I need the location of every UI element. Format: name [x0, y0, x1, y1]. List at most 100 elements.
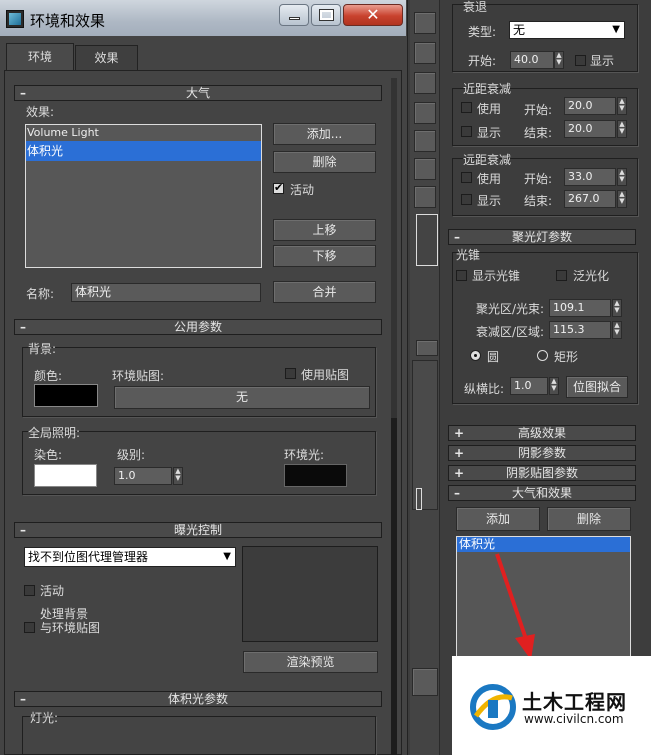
scrollbar-thumb[interactable] [391, 418, 397, 755]
overshoot-checkbox[interactable] [556, 270, 567, 281]
expand-icon: + [454, 446, 465, 460]
strip-button-bottom[interactable] [412, 668, 438, 696]
rectangle-radio[interactable] [537, 350, 548, 361]
effects-list[interactable]: Volume Light 体积光 [25, 124, 262, 268]
atmosphere-title: 大气 [185, 86, 210, 100]
decay-type-label: 类型: [468, 25, 497, 39]
far-show-checkbox[interactable] [461, 194, 472, 205]
tab-environment[interactable]: 环境 [6, 43, 74, 71]
env-map-button[interactable]: 无 [114, 386, 370, 409]
background-color-swatch[interactable] [34, 384, 98, 407]
radio-dot [474, 354, 477, 357]
collapse-icon: – [20, 523, 26, 537]
bitmap-fit-button[interactable]: 位图拟合 [566, 376, 628, 398]
volume-light-header[interactable]: – 体积光参数 [14, 691, 382, 707]
near-start-arrows[interactable]: ▲ ▼ [617, 97, 627, 115]
render-preview-button[interactable]: 渲染预览 [243, 651, 378, 673]
strip-button-8[interactable] [416, 340, 438, 356]
shadow-params-header[interactable]: + 阴影参数 [448, 445, 636, 461]
name-field[interactable]: 体积光 [71, 283, 261, 302]
expand-icon: + [454, 426, 465, 440]
far-use-label: 使用 [477, 172, 502, 186]
effects-list-item[interactable]: Volume Light [26, 125, 261, 141]
spot-params-header[interactable]: – 聚光灯参数 [448, 229, 636, 245]
exposure-type-select[interactable]: 找不到位图代理管理器 ▼ [24, 547, 236, 567]
far-start-arrows[interactable]: ▲ ▼ [617, 168, 627, 186]
near-use-checkbox[interactable] [461, 102, 472, 113]
decay-title: 衰退 [463, 0, 488, 14]
near-start-label: 开始: [524, 103, 553, 117]
strip-button-4[interactable] [414, 102, 436, 124]
strip-button-7[interactable] [414, 186, 436, 208]
process-bg-checkbox[interactable] [24, 622, 35, 633]
collapse-icon: – [454, 230, 460, 244]
env-map-label: 环境贴图: [112, 369, 165, 383]
atm-delete-button[interactable]: 删除 [547, 507, 631, 531]
maximize-icon [319, 9, 334, 21]
near-end-arrows[interactable]: ▲ ▼ [617, 120, 627, 138]
falloff-arrows[interactable]: ▲ ▼ [612, 321, 622, 339]
ambient-color-swatch[interactable] [284, 464, 347, 487]
strip-button-6[interactable] [414, 158, 436, 180]
merge-button[interactable]: 合并 [273, 281, 376, 303]
far-end-spinner[interactable]: 267.0 [564, 190, 616, 208]
near-show-checkbox[interactable] [461, 126, 472, 137]
tab-effects[interactable]: 效果 [75, 45, 138, 70]
use-map-checkbox[interactable] [285, 368, 296, 379]
move-down-button[interactable]: 下移 [273, 245, 376, 267]
strip-button-1[interactable] [414, 12, 436, 34]
atm-add-button[interactable]: 添加 [456, 507, 540, 531]
env-effects-dialog: 环境和效果 ✕ 环境 效果 – 大气 效果: Volume Light 体积光 … [0, 0, 408, 755]
strip-button-5[interactable] [414, 130, 436, 152]
decay-start-arrows[interactable]: ▲ ▼ [554, 51, 564, 69]
add-effect-button[interactable]: 添加... [273, 123, 376, 145]
watermark-url: www.civilcn.com [524, 712, 624, 726]
advanced-effects-title: 高级效果 [517, 426, 566, 440]
atm-effects-item[interactable]: 体积光 [457, 537, 630, 552]
advanced-effects-header[interactable]: + 高级效果 [448, 425, 636, 441]
close-button[interactable]: ✕ [343, 4, 403, 26]
far-start-spinner[interactable]: 33.0 [564, 168, 616, 186]
falloff-spinner[interactable]: 115.3 [549, 321, 611, 339]
exposure-active-checkbox[interactable] [24, 585, 35, 596]
aspect-spinner[interactable]: 1.0 [510, 377, 548, 395]
show-cone-checkbox[interactable] [456, 270, 467, 281]
atm-effects-list[interactable]: 体积光 [456, 536, 631, 664]
strip-button-3[interactable] [414, 72, 436, 94]
strip-button-2[interactable] [414, 42, 436, 64]
decay-show-checkbox[interactable] [575, 55, 586, 66]
exposure-type-value: 找不到位图代理管理器 [28, 550, 149, 564]
far-use-checkbox[interactable] [461, 172, 472, 183]
atm-effects-header[interactable]: – 大气和效果 [448, 485, 636, 501]
near-start-spinner[interactable]: 20.0 [564, 97, 616, 115]
atmosphere-header[interactable]: – 大气 [14, 85, 382, 101]
active-checkbox[interactable]: ✔ [273, 181, 284, 194]
level-arrows[interactable]: ▲ ▼ [173, 467, 183, 485]
effects-list-item-selected[interactable]: 体积光 [26, 141, 261, 161]
near-end-spinner[interactable]: 20.0 [564, 120, 616, 138]
decay-type-select[interactable]: 无 ▼ [509, 21, 625, 39]
level-spinner[interactable]: 1.0 [114, 467, 172, 485]
hotspot-arrows[interactable]: ▲ ▼ [612, 299, 622, 317]
shadow-map-params-header[interactable]: + 阴影贴图参数 [448, 465, 636, 481]
aspect-arrows[interactable]: ▲ ▼ [549, 377, 559, 395]
move-up-button[interactable]: 上移 [273, 219, 376, 241]
delete-effect-button[interactable]: 删除 [273, 151, 376, 173]
decay-start-spinner[interactable]: 40.0 [510, 51, 554, 69]
far-end-arrows[interactable]: ▲ ▼ [617, 190, 627, 208]
near-use-label: 使用 [477, 102, 502, 116]
near-end-label: 结束: [524, 126, 553, 140]
strip-white-frame [416, 214, 438, 266]
app-icon [6, 10, 24, 28]
decay-show-label: 显示 [590, 54, 615, 68]
circle-radio[interactable] [470, 350, 481, 361]
close-icon: ✕ [366, 5, 380, 24]
maximize-button[interactable] [311, 4, 341, 26]
hotspot-spinner[interactable]: 109.1 [549, 299, 611, 317]
minimize-button[interactable] [279, 4, 309, 26]
tint-color-swatch[interactable] [34, 464, 97, 487]
scrollbar[interactable] [391, 78, 397, 755]
process-bg-label-2: 与环境贴图 [40, 621, 101, 635]
exposure-header[interactable]: – 曝光控制 [14, 522, 382, 538]
common-params-header[interactable]: – 公用参数 [14, 319, 382, 335]
